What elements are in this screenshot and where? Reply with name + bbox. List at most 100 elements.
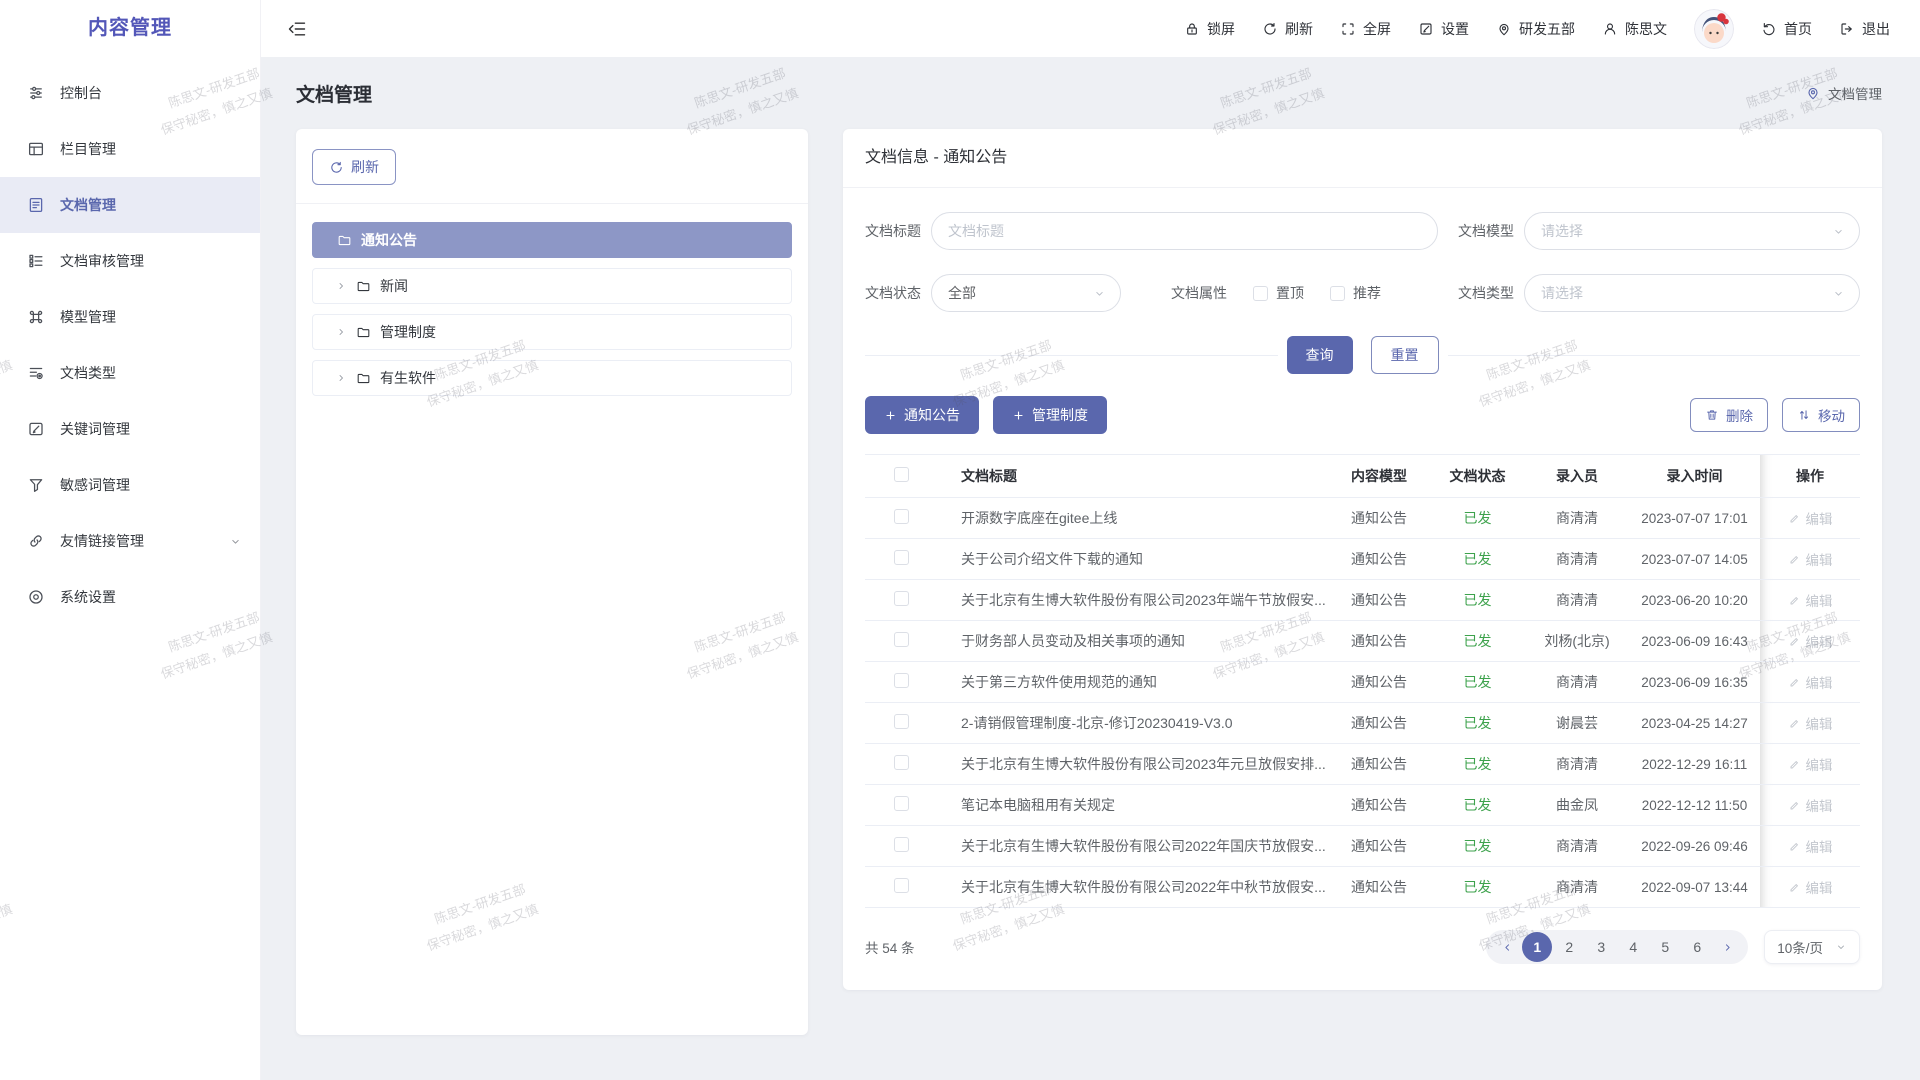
row-checkbox[interactable] [894, 755, 909, 770]
doc-model-label: 文档模型 [1458, 221, 1514, 241]
edit-button[interactable]: 编辑 [1788, 590, 1833, 610]
header-department-button[interactable]: 研发五部 [1496, 19, 1575, 39]
attr-recommend-item: 推荐 [1330, 283, 1381, 303]
tree-node-software[interactable]: 有生软件 [312, 360, 792, 396]
sidebar-item-system-settings[interactable]: 系统设置 [0, 569, 260, 625]
table-row: 关于第三方软件使用规范的通知通知公告已发商清清2023-06-09 16:35编… [865, 662, 1860, 703]
search-button-label: 查询 [1306, 345, 1334, 365]
edit-label: 编辑 [1806, 672, 1833, 692]
sidebar-item-label: 敏感词管理 [60, 475, 130, 495]
delete-button[interactable]: 删除 [1690, 398, 1768, 432]
top-checkbox[interactable] [1253, 286, 1268, 301]
column-header: 录入时间 [1629, 455, 1760, 498]
doc-model-select[interactable]: 请选择 [1524, 212, 1860, 250]
tree-node-label: 有生软件 [380, 368, 436, 388]
sidebar: 内容管理 控制台栏目管理文档管理文档审核管理模型管理文档类型关键词管理敏感词管理… [0, 0, 261, 1080]
header-home-button[interactable]: 首页 [1761, 19, 1812, 39]
sidebar-item-doc-audit[interactable]: 文档审核管理 [0, 233, 260, 289]
header-user-button[interactable]: 陈思文 [1602, 19, 1667, 39]
add-rule-button[interactable]: 管理制度 [993, 396, 1107, 434]
pagination-page-4[interactable]: 4 [1618, 932, 1648, 962]
pagination-page-3[interactable]: 3 [1586, 932, 1616, 962]
row-checkbox[interactable] [894, 796, 909, 811]
edit-label: 编辑 [1806, 590, 1833, 610]
tree-node-notice[interactable]: 通知公告 [312, 222, 792, 258]
edit-button[interactable]: 编辑 [1788, 672, 1833, 692]
sidebar-item-columns[interactable]: 栏目管理 [0, 121, 260, 177]
header-home-label: 首页 [1784, 19, 1812, 39]
add-notice-button[interactable]: 通知公告 [865, 396, 979, 434]
chevron-right-icon [335, 326, 347, 338]
recommend-checkbox[interactable] [1330, 286, 1345, 301]
edit-button[interactable]: 编辑 [1788, 713, 1833, 733]
edit-button[interactable]: 编辑 [1788, 836, 1833, 856]
header-logout-button[interactable]: 退出 [1839, 19, 1890, 39]
tree-node-news[interactable]: 新闻 [312, 268, 792, 304]
row-checkbox[interactable] [894, 632, 909, 647]
user-avatar[interactable] [1694, 9, 1734, 49]
search-button[interactable]: 查询 [1287, 336, 1353, 374]
operator-cell: 商清清 [1525, 580, 1629, 621]
pagination-page-6[interactable]: 6 [1682, 932, 1712, 962]
row-checkbox[interactable] [894, 509, 909, 524]
doc-type-select[interactable]: 请选择 [1524, 274, 1860, 312]
header-fullscreen-label: 全屏 [1363, 19, 1391, 39]
edit-label: 编辑 [1806, 508, 1833, 528]
select-all-checkbox[interactable] [894, 467, 909, 482]
pagination-page-5[interactable]: 5 [1650, 932, 1680, 962]
sidebar-item-console[interactable]: 控制台 [0, 65, 260, 121]
chevron-down-icon [1832, 287, 1845, 300]
sidebar-item-models[interactable]: 模型管理 [0, 289, 260, 345]
sidebar-item-keywords[interactable]: 关键词管理 [0, 401, 260, 457]
row-checkbox[interactable] [894, 550, 909, 565]
edit-button[interactable]: 编辑 [1788, 795, 1833, 815]
header-refresh-button[interactable]: 刷新 [1262, 19, 1313, 39]
row-select-cell [865, 826, 937, 867]
pagination-page-2[interactable]: 2 [1554, 932, 1584, 962]
sidebar-item-documents[interactable]: 文档管理 [0, 177, 260, 233]
folder-icon [356, 279, 371, 294]
trash-icon [1705, 408, 1719, 422]
sidebar-item-label: 文档管理 [60, 195, 116, 215]
edit-button[interactable]: 编辑 [1788, 877, 1833, 897]
tree-node-rules[interactable]: 管理制度 [312, 314, 792, 350]
pagination-next[interactable] [1714, 932, 1740, 962]
page-size-select[interactable]: 10条/页 [1764, 930, 1860, 964]
sidebar-item-sensitive-words[interactable]: 敏感词管理 [0, 457, 260, 513]
operation-cell: 编辑 [1760, 703, 1860, 744]
row-checkbox[interactable] [894, 591, 909, 606]
row-checkbox[interactable] [894, 837, 909, 852]
row-checkbox[interactable] [894, 878, 909, 893]
status-badge: 已发 [1464, 551, 1492, 567]
category-tree: 通知公告新闻管理制度有生软件 [312, 222, 792, 396]
edit-button[interactable]: 编辑 [1788, 754, 1833, 774]
header-lock-button[interactable]: 锁屏 [1184, 19, 1235, 39]
folder-icon [337, 233, 352, 248]
pagination-prev[interactable] [1494, 932, 1520, 962]
row-checkbox[interactable] [894, 714, 909, 729]
pencil-icon [1788, 840, 1801, 853]
doc-status-cell: 已发 [1430, 498, 1525, 539]
department-icon [1496, 21, 1512, 37]
tree-refresh-button[interactable]: 刷新 [312, 149, 396, 185]
entry-time-cell: 2022-12-29 16:11 [1629, 744, 1760, 785]
category-tree-panel: 刷新 通知公告新闻管理制度有生软件 [296, 129, 808, 1035]
divider [865, 355, 1278, 356]
row-checkbox[interactable] [894, 673, 909, 688]
header-settings-button[interactable]: 设置 [1418, 19, 1469, 39]
pagination-page-1[interactable]: 1 [1522, 932, 1552, 962]
edit-button[interactable]: 编辑 [1788, 631, 1833, 651]
header-fullscreen-button[interactable]: 全屏 [1340, 19, 1391, 39]
sidebar-item-friend-links[interactable]: 友情链接管理 [0, 513, 260, 569]
reset-button[interactable]: 重置 [1371, 336, 1439, 374]
sidebar-item-doc-types[interactable]: 文档类型 [0, 345, 260, 401]
edit-button[interactable]: 编辑 [1788, 508, 1833, 528]
plus-icon [884, 409, 897, 422]
edit-button[interactable]: 编辑 [1788, 549, 1833, 569]
columns-icon [27, 140, 45, 158]
move-button[interactable]: 移动 [1782, 398, 1860, 432]
doc-title-input[interactable] [931, 212, 1438, 250]
operator-cell: 刘杨(北京) [1525, 621, 1629, 662]
doc-status-select[interactable]: 全部 [931, 274, 1121, 312]
menu-fold-icon[interactable] [287, 19, 307, 39]
